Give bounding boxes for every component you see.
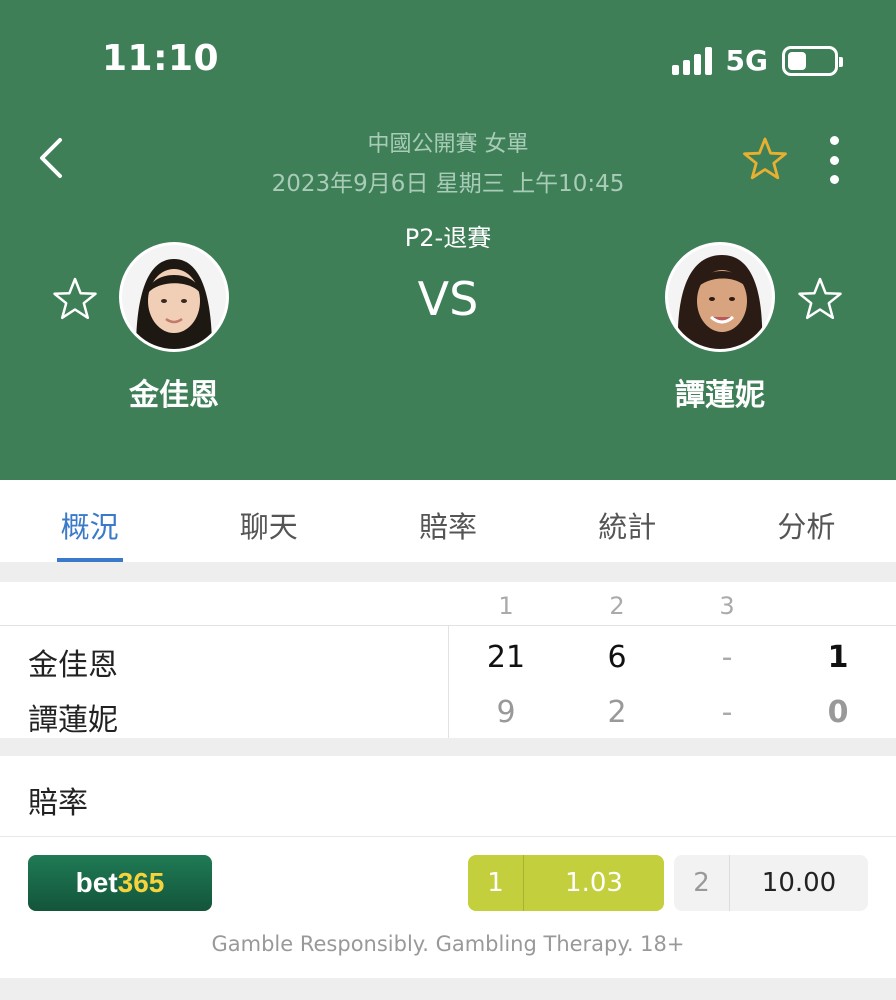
total-score: 1 xyxy=(827,640,849,675)
tab-analysis[interactable]: 分析 xyxy=(717,480,896,562)
signal-icon xyxy=(671,46,712,75)
player-left-name[interactable]: 金佳恩 xyxy=(74,370,274,414)
set-header: 2 xyxy=(609,592,625,620)
gambling-disclaimer: Gamble Responsibly. Gambling Therapy. 18… xyxy=(211,932,685,956)
set-score: 6 xyxy=(607,640,627,675)
bet365-logo-365: 365 xyxy=(117,867,165,898)
set-score: 2 xyxy=(607,695,627,730)
set-header: 1 xyxy=(498,592,514,620)
player-right-avatar[interactable] xyxy=(665,242,775,352)
player-name: 譚蓮妮 xyxy=(28,703,118,738)
match-status: P2-退賽 xyxy=(404,224,492,252)
set-score: - xyxy=(721,640,733,675)
odds-away-button[interactable]: 2 10.00 xyxy=(674,855,868,911)
total-score: 0 xyxy=(827,695,849,730)
favorite-player-right-star-icon[interactable] xyxy=(797,276,843,322)
odds-home-button[interactable]: 1 1.03 xyxy=(468,855,664,911)
player-right-name[interactable]: 譚蓮妮 xyxy=(620,370,820,414)
status-time: 11:10 xyxy=(102,38,220,79)
status-indicators: 5G xyxy=(671,44,843,77)
player-name: 金佳恩 xyxy=(28,648,118,683)
scoreboard: 1 2 3 金佳恩 21 6 - 1 譚蓮妮 9 2 - 0 xyxy=(0,582,896,738)
favorite-player-left-star-icon[interactable] xyxy=(52,276,98,322)
player-left-avatar[interactable] xyxy=(119,242,229,352)
tab-odds[interactable]: 賠率 xyxy=(358,480,537,562)
set-score: 21 xyxy=(486,640,526,675)
tab-chat[interactable]: 聊天 xyxy=(179,480,358,562)
divider xyxy=(0,836,896,837)
set-score: 9 xyxy=(496,695,516,730)
table-row: 譚蓮妮 9 2 - 0 xyxy=(0,683,896,739)
scoreboard-header: 1 2 3 xyxy=(0,582,896,626)
set-score: - xyxy=(721,695,733,730)
tab-stats[interactable]: 統計 xyxy=(538,480,717,562)
odds-section: 賠率 bet 365 1 1.03 2 10.00 Gamble Responsi… xyxy=(0,756,896,978)
table-row: 金佳恩 21 6 - 1 xyxy=(0,628,896,684)
odds-away-value: 10.00 xyxy=(761,868,837,898)
star-icon[interactable] xyxy=(742,136,788,182)
set-header: 3 xyxy=(719,592,735,620)
tab-bar: 概況 聊天 賠率 統計 分析 xyxy=(0,480,896,562)
odds-home-label: 1 xyxy=(468,855,524,911)
odds-away-label: 2 xyxy=(674,855,730,911)
odds-home-value: 1.03 xyxy=(565,868,623,898)
tab-overview[interactable]: 概況 xyxy=(0,480,179,562)
more-options-icon[interactable] xyxy=(824,136,844,184)
battery-icon xyxy=(782,45,843,76)
match-header: 11:10 5G 中國公開賽 女單 2023年9月6日 星期三 上午10:45 … xyxy=(0,0,896,480)
network-label: 5G xyxy=(725,44,768,77)
bet365-logo[interactable]: bet 365 xyxy=(28,855,212,911)
odds-title: 賠率 xyxy=(28,786,88,821)
bet365-logo-bet: bet xyxy=(75,867,118,898)
